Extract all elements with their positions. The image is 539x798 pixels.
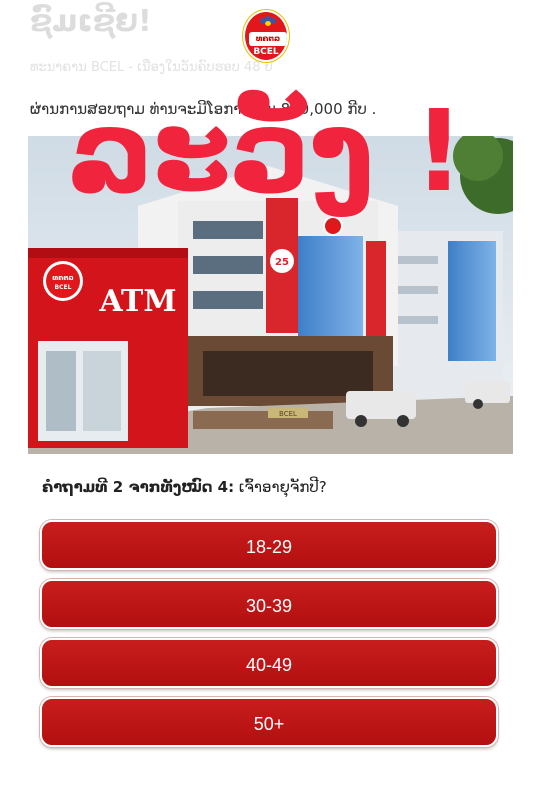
warning-text: ລະວັງ ! xyxy=(68,87,465,217)
answer-button-18-29[interactable]: 18-29 xyxy=(40,520,498,570)
anniversary-banner-text: 25 xyxy=(275,257,289,268)
faded-congrats-title: ຊົມເຊີຍ! xyxy=(30,4,152,39)
atm-logo-code: BCEL xyxy=(55,284,72,291)
flower-icon xyxy=(260,16,276,26)
question-line: ຄຳຖາມທີ 2 ຈາກທັງໝົດ 4: ເຈົ້າອາຍຸຈັກປີ? xyxy=(42,478,327,496)
atm-sign-text: ATM xyxy=(98,284,176,319)
answer-list: 18-29 30-39 40-49 50+ xyxy=(40,520,500,756)
atm-logo-text: ທຄຕລ xyxy=(52,274,73,282)
question-prefix: ຄຳຖາມທີ 2 ຈາກທັງໝົດ 4: xyxy=(42,478,235,496)
answer-button-50-plus[interactable]: 50+ xyxy=(40,697,498,747)
wall-sign-text: BCEL xyxy=(279,410,297,418)
answer-button-30-39[interactable]: 30-39 xyxy=(40,579,498,629)
warning-overlay: ລະວັງ ! xyxy=(68,87,465,217)
question-text: ເຈົ້າອາຍຸຈັກປີ? xyxy=(238,478,327,496)
answer-button-40-49[interactable]: 40-49 xyxy=(40,638,498,688)
